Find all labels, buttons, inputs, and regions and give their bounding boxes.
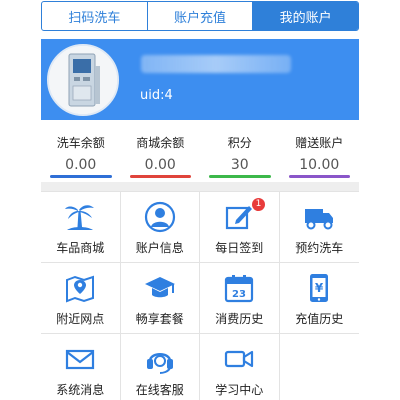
balance-value: 0.00 [144,157,176,173]
grid-item-label: 充值历史 [295,312,344,326]
mail-icon [63,342,97,376]
top-tab-bar: 扫码洗车 账户充值 我的账户 [41,1,359,31]
section-divider [41,182,359,191]
uid-label: uid:4 [140,88,173,103]
feature-grid: 车品商城 账户信息 1 每日签到 预约洗车 附近网点 畅享套餐 23 消费历史 … [41,191,359,400]
balance-label: 赠送账户 [295,136,344,150]
car-wash-machine-icon [49,46,117,114]
balance-label: 商城余额 [136,136,185,150]
avatar[interactable] [47,44,119,116]
balance-value: 30 [230,157,249,173]
balance-points[interactable]: 积分 30 [200,128,280,182]
user-icon [143,200,177,234]
grid-item-nearby[interactable]: 附近网点 [41,263,121,334]
balance-gift[interactable]: 赠送账户 10.00 [280,128,360,182]
grid-item-package[interactable]: 畅享套餐 [120,263,200,334]
profile-banner: uid:4 [41,39,359,120]
grid-item-recharge-history[interactable]: ¥ 充值历史 [279,263,359,334]
svg-text:¥: ¥ [315,281,324,295]
grid-item-empty [279,334,359,400]
grid-item-account-info[interactable]: 账户信息 [120,192,200,263]
balance-value: 0.00 [65,157,97,173]
balance-underline [288,175,350,178]
calendar-icon: 23 [222,271,256,305]
balance-label: 洗车余额 [56,136,105,150]
video-camera-icon [222,342,256,376]
tab-account-recharge[interactable]: 账户充值 [148,2,254,30]
balance-underline [209,175,271,178]
truck-icon [302,200,336,234]
grid-item-spend-history[interactable]: 23 消费历史 [200,263,280,334]
grid-item-support[interactable]: 在线客服 [120,334,200,400]
grid-item-label: 车品商城 [56,241,105,255]
user-name-obscured [141,55,291,73]
grid-item-learning[interactable]: 学习中心 [200,334,280,400]
grid-item-label: 畅享套餐 [135,312,184,326]
grid-item-label: 附近网点 [56,312,105,326]
graduation-cap-icon [143,271,177,305]
balance-mall[interactable]: 商城余额 0.00 [121,128,201,182]
grid-item-label: 账户信息 [135,241,184,255]
balance-label: 积分 [227,136,252,150]
grid-item-label: 预约洗车 [295,241,344,255]
grid-item-label: 系统消息 [56,383,105,397]
headset-icon [143,342,177,376]
grid-item-mall[interactable]: 车品商城 [41,192,121,263]
balance-underline [50,175,112,178]
balance-underline [129,175,191,178]
grid-item-label: 在线客服 [135,383,184,397]
yen-phone-icon: ¥ [302,271,336,305]
grid-item-messages[interactable]: 系统消息 [41,334,121,400]
tab-my-account[interactable]: 我的账户 [253,2,358,30]
notification-badge: 1 [252,198,265,211]
grid-item-label: 学习中心 [215,383,264,397]
map-pin-icon [63,271,97,305]
grid-item-book-wash[interactable]: 预约洗车 [279,192,359,263]
grid-item-label: 每日签到 [215,241,264,255]
balance-value: 10.00 [299,157,340,173]
palm-island-icon [63,200,97,234]
balance-wash[interactable]: 洗车余额 0.00 [41,128,121,182]
grid-item-label: 消费历史 [215,312,264,326]
calendar-day: 23 [232,289,246,300]
tab-scan-wash[interactable]: 扫码洗车 [42,2,148,30]
grid-item-checkin[interactable]: 1 每日签到 [200,192,280,263]
balance-strip: 洗车余额 0.00 商城余额 0.00 积分 30 赠送账户 10.00 [41,128,359,182]
